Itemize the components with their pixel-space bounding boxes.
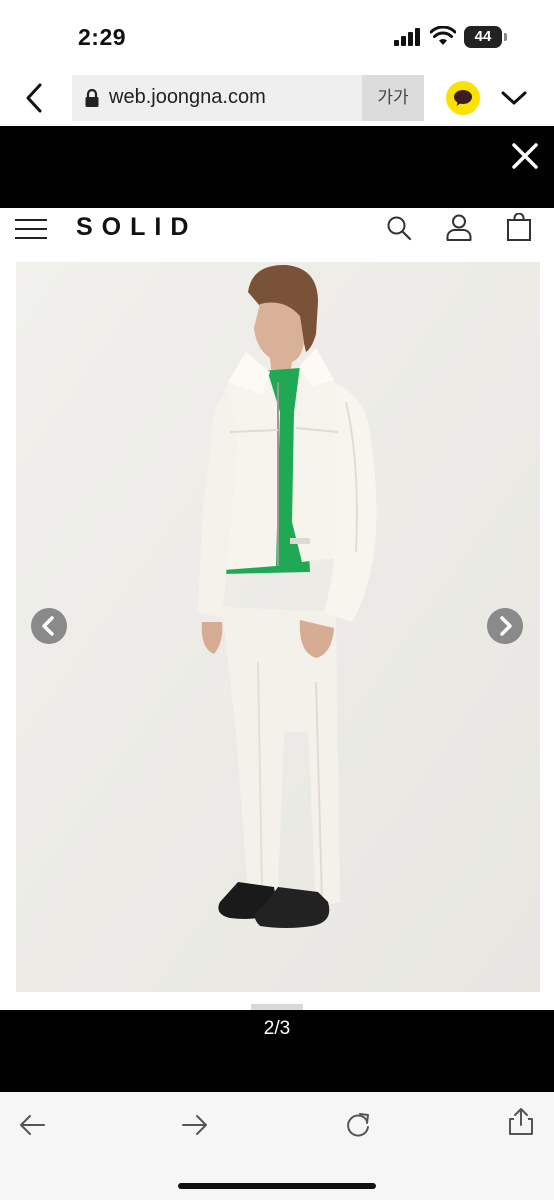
- share-icon[interactable]: [506, 1106, 536, 1136]
- search-icon[interactable]: [386, 215, 412, 241]
- battery-icon: 44: [464, 26, 508, 48]
- text-size-button[interactable]: 가가: [362, 75, 424, 121]
- kakao-button[interactable]: [446, 81, 480, 115]
- image-counter: 2/3: [263, 1018, 291, 1039]
- arrow-left-icon[interactable]: [17, 1110, 47, 1140]
- url-text[interactable]: web.joongna.com: [109, 86, 266, 109]
- arrow-right-circle-icon[interactable]: [487, 608, 523, 644]
- battery-cap: [504, 33, 507, 41]
- status-time: 2:29: [78, 24, 127, 50]
- wifi-icon: [430, 26, 456, 45]
- chevron-left-icon[interactable]: [22, 82, 48, 114]
- arrow-left-circle-icon[interactable]: [31, 608, 67, 644]
- reload-icon[interactable]: [343, 1110, 373, 1140]
- viewer-top-bar: [0, 126, 554, 208]
- home-indicator: [178, 1183, 376, 1189]
- chevron-down-icon[interactable]: [500, 88, 528, 108]
- arrow-right-icon[interactable]: [180, 1110, 210, 1140]
- user-icon[interactable]: [445, 213, 473, 241]
- battery-level: 44: [464, 26, 502, 48]
- shopping-bag-icon[interactable]: [506, 213, 532, 241]
- lock-icon: [85, 88, 99, 107]
- signal-icon: [394, 28, 420, 46]
- site-logo[interactable]: SOLID: [76, 213, 197, 242]
- product-image[interactable]: [16, 262, 540, 992]
- model-photo: [16, 262, 540, 992]
- kakao-chat-icon: [454, 90, 472, 106]
- hamburger-icon[interactable]: [15, 218, 47, 240]
- close-icon[interactable]: [510, 141, 540, 171]
